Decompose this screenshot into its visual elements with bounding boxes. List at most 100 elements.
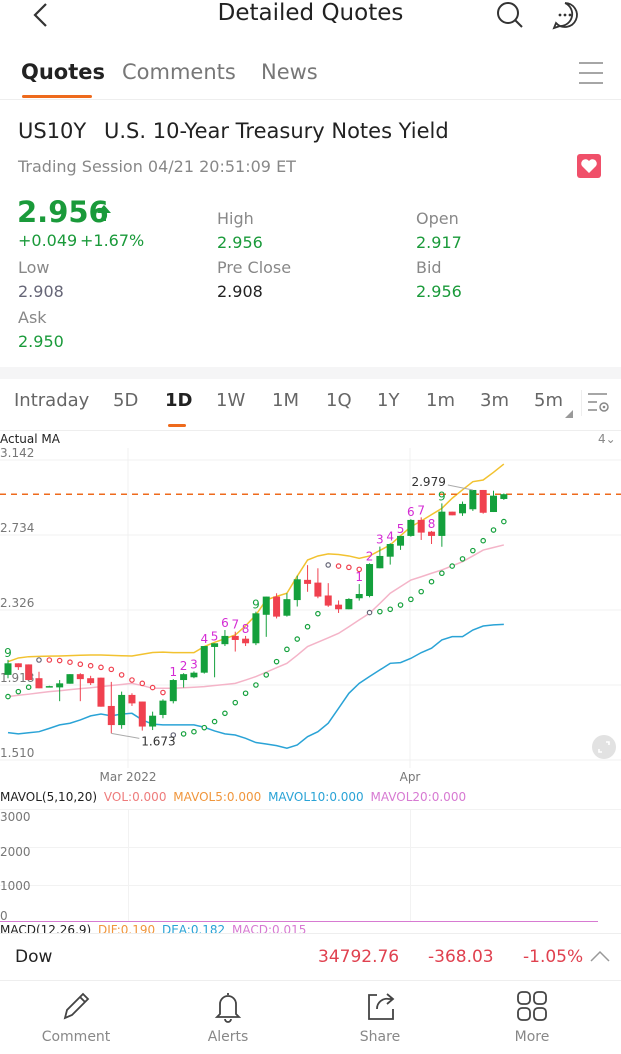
- nav-alerts[interactable]: Alerts: [152, 985, 304, 1054]
- candle: [190, 672, 198, 678]
- candle: [324, 595, 332, 606]
- sar-dot: [87, 662, 94, 669]
- td-count-label: 2: [180, 659, 188, 673]
- low-label: Low: [18, 258, 50, 277]
- sar-dot: [439, 570, 445, 577]
- sar-dot: [315, 610, 321, 617]
- tab-quotes[interactable]: Quotes: [21, 60, 105, 84]
- period-tab-1m[interactable]: 1m: [426, 390, 455, 411]
- candle: [138, 701, 146, 727]
- search-icon[interactable]: [495, 0, 525, 30]
- vol-y-label: 2000: [0, 845, 31, 859]
- sar-dot: [36, 657, 42, 663]
- candle: [428, 531, 436, 536]
- period-tab-3m[interactable]: 3m: [480, 390, 509, 411]
- vol-grid-line: [0, 885, 621, 886]
- chevron-up-icon[interactable]: [590, 949, 610, 963]
- ticker-bar[interactable]: Dow 34792.76 -368.03 -1.05%: [0, 933, 621, 981]
- candlestick-chart[interactable]: 3.1422.7342.3261.9181.510Mar 2022 Apr91 2 3…: [0, 448, 621, 788]
- sar-dot: [242, 690, 249, 697]
- candle: [366, 564, 374, 597]
- td-count-label: 6: [221, 616, 229, 630]
- sar-dot: [160, 689, 166, 696]
- nav-comment[interactable]: Comment: [0, 985, 152, 1054]
- nav-share[interactable]: Share: [304, 985, 456, 1054]
- mavol-legend: MAVOL(5,10,20) VOL:0.000 MAVOL5:0.000 MA…: [0, 790, 466, 804]
- y-tick-label: 2.326: [0, 596, 34, 610]
- sar-dot: [304, 623, 311, 630]
- sar-dot: [294, 636, 301, 642]
- candle: [56, 683, 64, 688]
- candle: [407, 519, 415, 536]
- nav-more[interactable]: More: [456, 985, 608, 1054]
- page-title: Detailed Quotes: [217, 0, 404, 26]
- candle: [479, 489, 487, 513]
- period-tab-1q[interactable]: 1Q: [326, 390, 352, 411]
- td-count-label: 3: [376, 533, 384, 547]
- td-count-label: 4: [386, 529, 394, 543]
- tab-comments[interactable]: Comments: [122, 60, 236, 84]
- section-gap: [0, 367, 621, 379]
- up-arrow-icon: [97, 205, 111, 221]
- chat-icon[interactable]: [550, 0, 580, 30]
- chart-settings-icon[interactable]: [587, 392, 611, 414]
- td-count-label: 4: [200, 632, 208, 646]
- period-tab-intraday[interactable]: Intraday: [14, 390, 89, 411]
- sar-dot: [418, 588, 425, 595]
- candle: [252, 613, 260, 644]
- sar-dot: [201, 724, 208, 731]
- y-tick-label: 2.734: [0, 521, 34, 535]
- chart-count-dropdown[interactable]: 4⌄: [598, 432, 616, 446]
- max-annotation-line: [447, 484, 473, 491]
- candle: [417, 519, 425, 533]
- sar-dot: [56, 657, 63, 664]
- candle: [180, 674, 188, 681]
- share-icon: [368, 993, 395, 1020]
- sar-dot: [139, 680, 146, 687]
- candle: [386, 544, 394, 557]
- period-tab-1w[interactable]: 1W: [216, 390, 245, 411]
- x-tick-label: Mar 2022: [100, 770, 157, 784]
- period-tab-5m[interactable]: 5m: [534, 390, 563, 411]
- nav-label: Comment: [41, 1029, 111, 1045]
- max-price-label: 2.979: [411, 475, 445, 489]
- favorite-button[interactable]: [577, 154, 601, 178]
- divider: [0, 430, 621, 431]
- menu-icon[interactable]: [578, 62, 604, 84]
- sar-dot: [149, 684, 156, 691]
- more-periods-corner-icon[interactable]: [565, 410, 573, 418]
- y-tick-label: 1.510: [0, 746, 34, 760]
- vol-y-label: 1000: [0, 879, 31, 893]
- indicator-label[interactable]: Actual MA: [0, 432, 60, 446]
- tab-news[interactable]: News: [261, 60, 318, 84]
- min-price-label: 1.673: [141, 734, 175, 748]
- period-tab-5d[interactable]: 5D: [113, 390, 138, 411]
- sar-dot: [180, 731, 187, 737]
- bell-icon: [214, 993, 242, 1023]
- candle: [128, 694, 136, 704]
- sar-dot: [222, 710, 228, 717]
- period-tab-1y[interactable]: 1Y: [377, 390, 399, 411]
- sar-dot: [470, 547, 476, 554]
- vol-grid-line: [0, 847, 621, 848]
- candle: [118, 694, 126, 726]
- ticker-change-pct: -1.05%: [523, 947, 584, 967]
- price-change-pct: +1.67%: [80, 231, 145, 250]
- candle: [4, 663, 12, 675]
- sar-dot: [501, 518, 507, 525]
- bid-value: 2.956: [416, 282, 462, 301]
- period-tab-1m[interactable]: 1M: [272, 390, 299, 411]
- sar-dot: [377, 608, 383, 615]
- mavol5-value: MAVOL5:0.000: [173, 790, 262, 804]
- candle: [87, 678, 95, 684]
- period-tab-1d[interactable]: 1D: [165, 390, 192, 411]
- sar-dot: [428, 578, 435, 585]
- chart-count: 4: [598, 432, 606, 446]
- expand-chart-button[interactable]: [592, 735, 616, 759]
- sar-dot: [191, 728, 197, 735]
- sar-dot: [15, 688, 22, 695]
- candle: [149, 715, 157, 727]
- nav-label: More: [514, 1029, 550, 1045]
- candle: [376, 555, 384, 569]
- candle: [469, 489, 477, 510]
